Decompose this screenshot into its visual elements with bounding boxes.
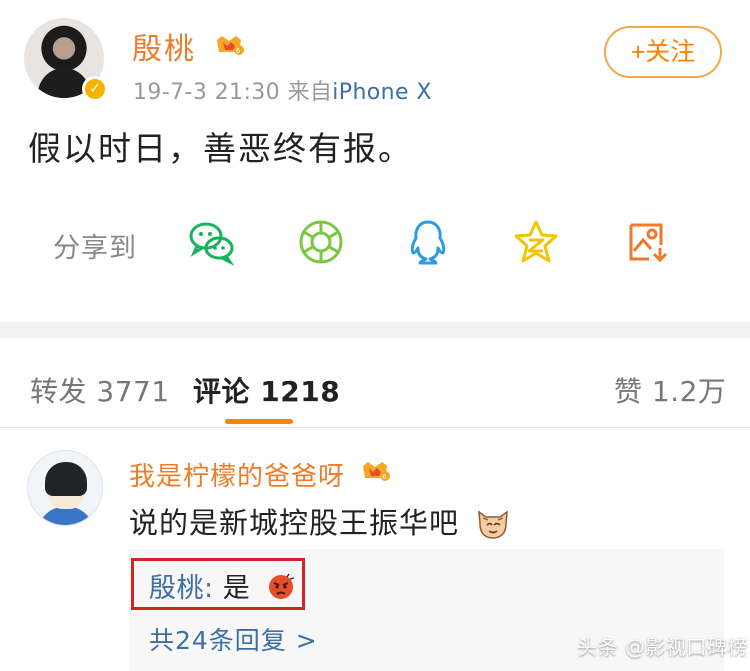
tab-comments[interactable]: 评论 1218: [193, 370, 340, 410]
tabs-bottom-rule: [0, 427, 750, 428]
active-tab-indicator: [225, 419, 293, 424]
follow-button[interactable]: +关注: [604, 26, 722, 78]
tab-likes[interactable]: 赞 1.2万: [614, 370, 726, 410]
section-divider: [0, 322, 750, 338]
post-author-line: 殷桃 6: [132, 24, 244, 68]
post-author[interactable]: 殷桃: [132, 32, 196, 67]
post-source[interactable]: iPhone X: [332, 80, 432, 105]
reply-separator: :: [204, 573, 214, 604]
verified-badge-icon: ✓: [82, 76, 108, 102]
wechat-icon[interactable]: [188, 218, 236, 266]
post-time: 19-7-3 21:30: [133, 80, 281, 105]
share-label: 分享到: [53, 233, 137, 264]
comment-author[interactable]: 我是柠檬的爸爸呀: [129, 462, 345, 492]
post-source-prefix: 来自: [287, 80, 333, 105]
commenter-avatar[interactable]: [27, 450, 103, 526]
qq-icon[interactable]: [404, 218, 452, 266]
post-content: 假以时日，善恶终有报。: [28, 129, 413, 168]
reply-line: 殷桃: 是: [149, 566, 295, 605]
comment-text: 说的是新城控股王振华吧: [129, 506, 460, 540]
post-meta: 19-7-3 21:30 来自iPhone X: [133, 74, 432, 106]
post-card: ✓ 殷桃 6 19-7-3 21:30 来自iPhone X +关注 假以时日，…: [0, 0, 750, 322]
save-image-icon[interactable]: [622, 218, 670, 266]
reply-author[interactable]: 殷桃: [149, 573, 204, 604]
source-watermark: 头条 @影视口碑榜: [577, 635, 748, 659]
comment-text-line: 说的是新城控股王振华吧: [129, 500, 511, 542]
angry-face-icon: [267, 573, 295, 601]
comment-author-line: 我是柠檬的爸爸呀 6: [129, 456, 391, 493]
svg-text:6: 6: [383, 473, 388, 481]
more-replies-link[interactable]: 共24条回复 >: [149, 621, 318, 657]
tab-repost[interactable]: 转发 3771: [30, 370, 170, 410]
vip-crown-icon: 6: [214, 29, 244, 55]
qzone-icon[interactable]: [512, 218, 560, 266]
cat-emoji-icon: [475, 504, 511, 540]
reply-text: 是: [222, 573, 251, 604]
moments-icon[interactable]: [297, 218, 345, 266]
post-stats-tabs: 转发 3771 评论 1218 赞 1.2万: [0, 338, 750, 428]
vip-crown-icon: 6: [360, 458, 391, 482]
svg-text:6: 6: [235, 47, 241, 55]
